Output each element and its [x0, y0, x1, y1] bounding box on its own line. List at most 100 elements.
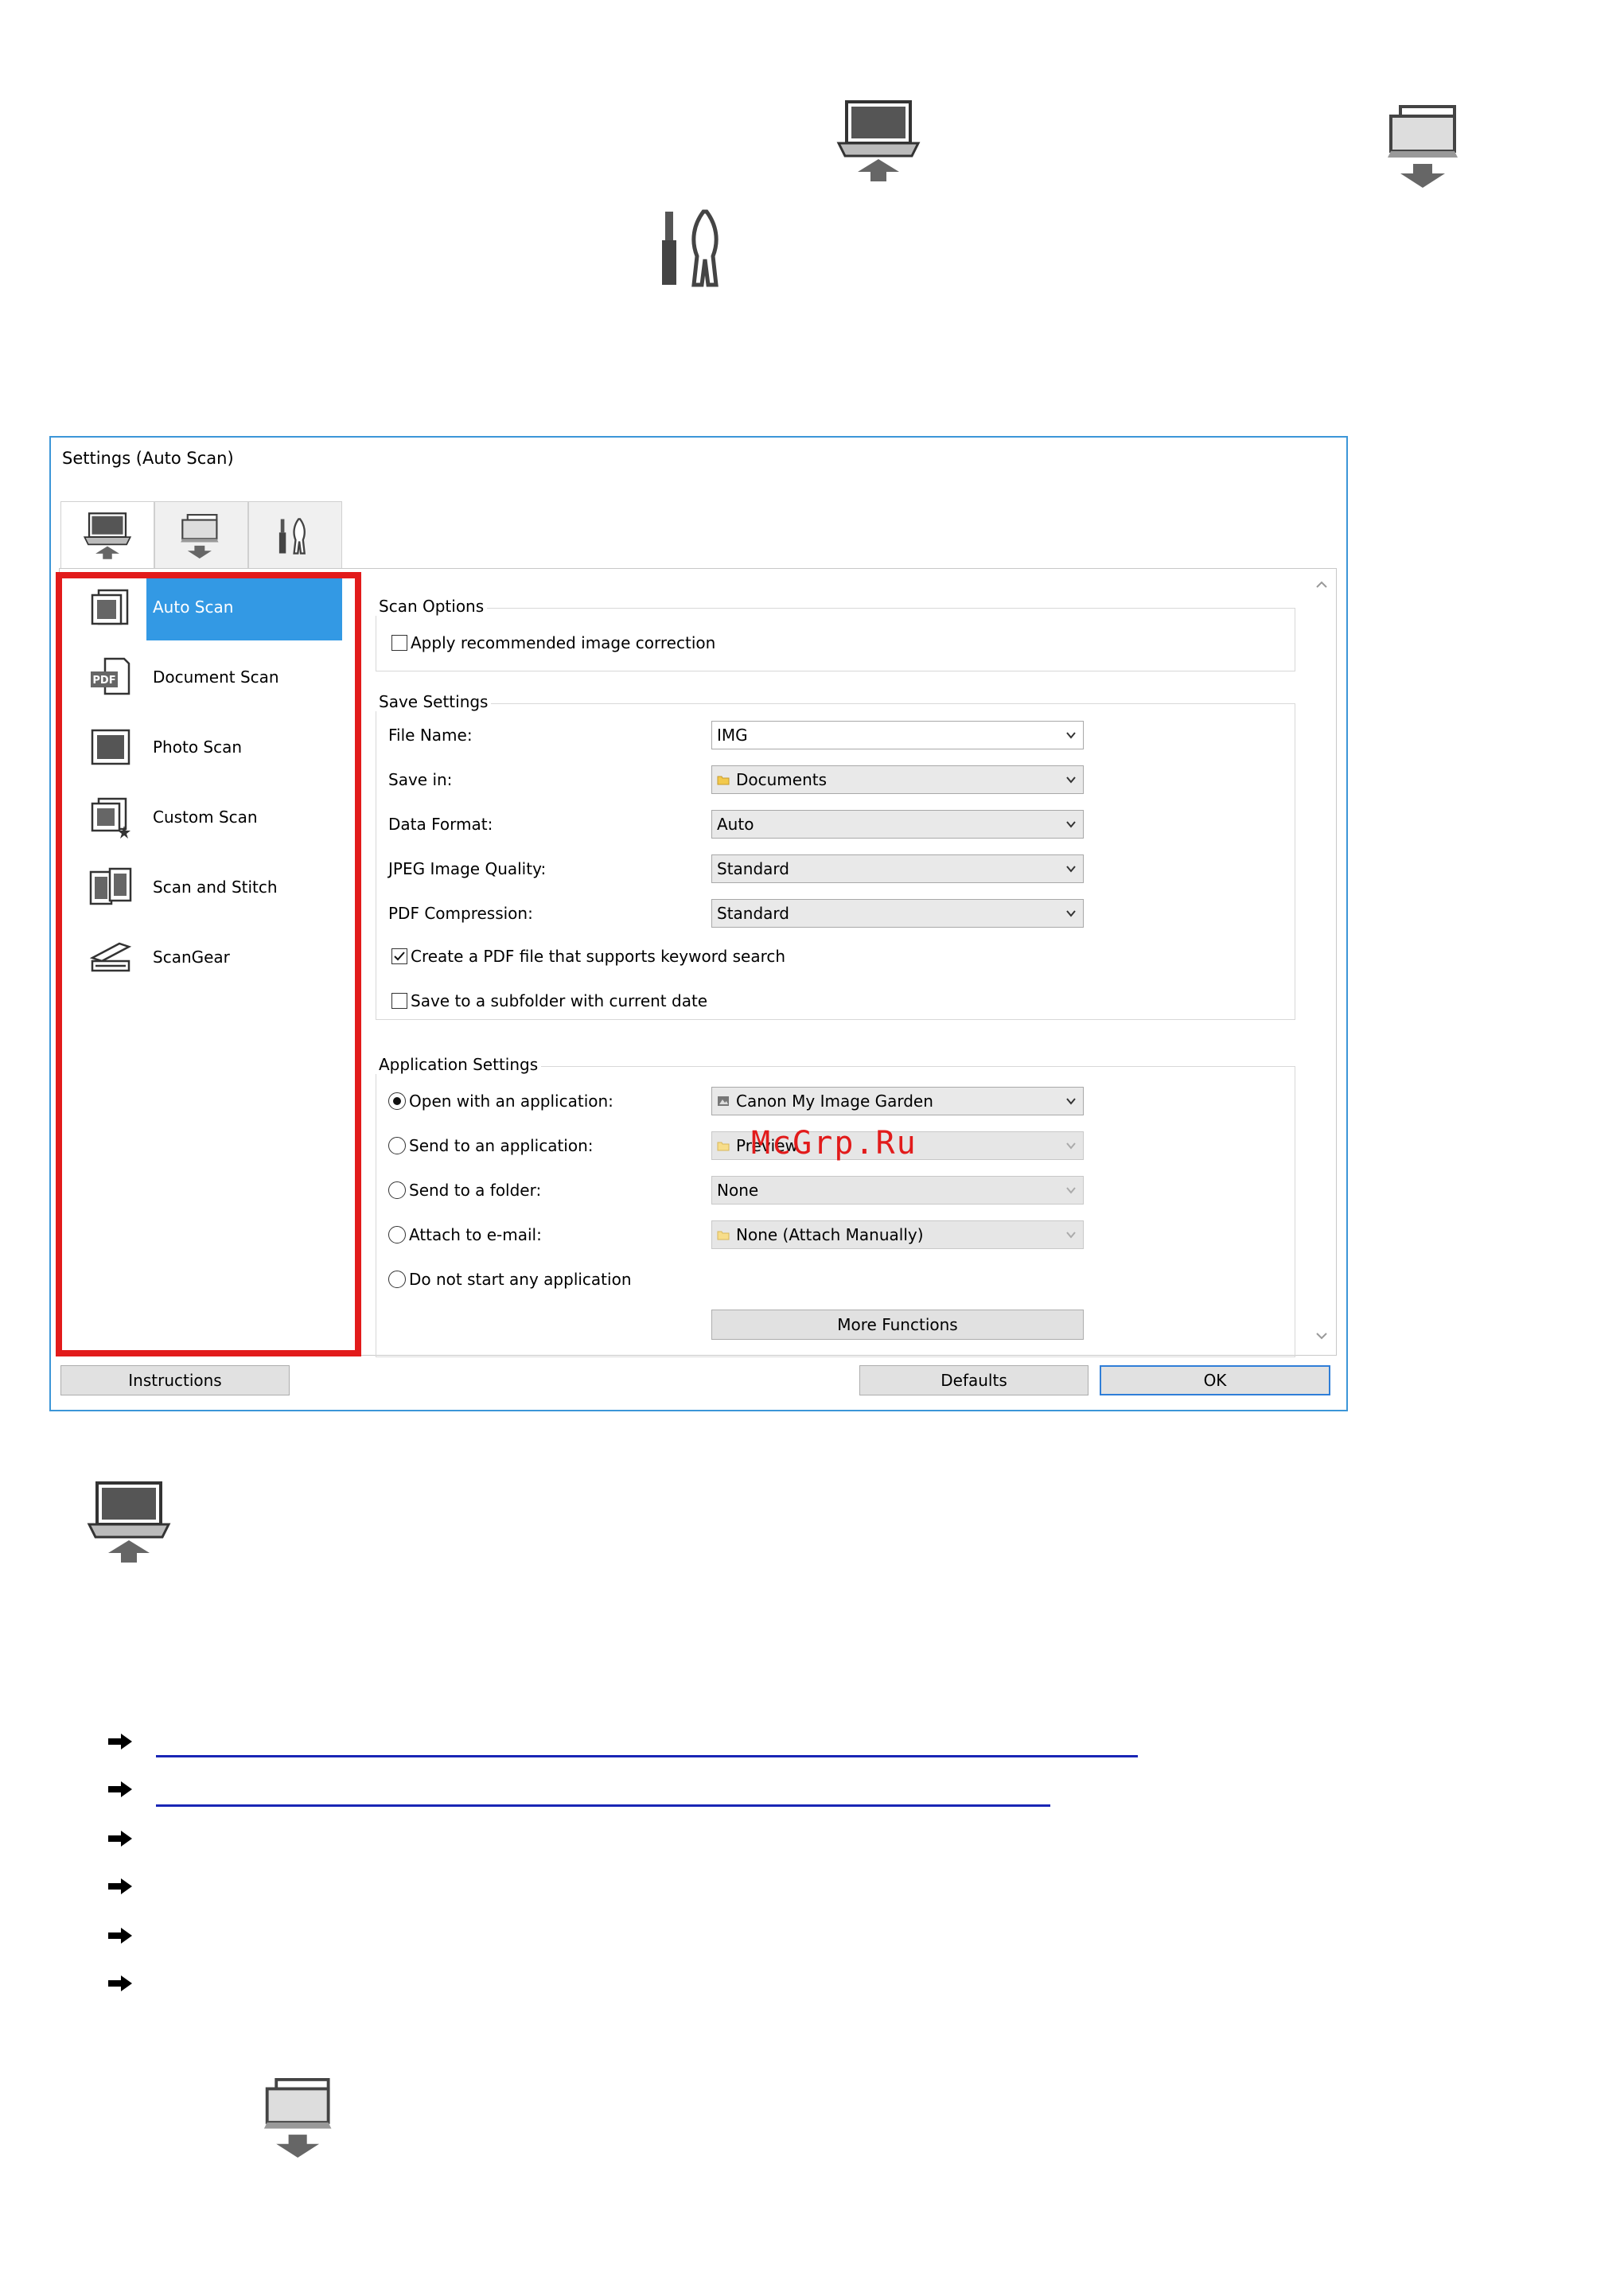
watermark: McGrp.Ru: [751, 1125, 917, 1162]
arrow-right-icon: [108, 1928, 132, 1944]
photo-scan-icon: [91, 729, 130, 765]
computer-scan-icon: [86, 1480, 172, 1566]
pdf-compression-combo[interactable]: Standard: [711, 899, 1084, 928]
settings-dialog: Settings (Auto Scan) Auto Scan PDF Docum…: [49, 436, 1348, 1411]
radio-label: Send to a folder:: [409, 1181, 542, 1200]
chevron-down-icon: [1066, 1098, 1076, 1105]
chevron-down-icon: [1066, 910, 1076, 917]
save-in-value: Documents: [736, 770, 828, 789]
panel-scan-icon: [261, 2076, 341, 2159]
file-name-value: IMG: [717, 726, 748, 745]
attach-email-value: None (Attach Manually): [736, 1225, 924, 1244]
jpeg-quality-value: Standard: [717, 859, 789, 878]
send-to-folder-combo[interactable]: None: [711, 1176, 1084, 1205]
attach-email-combo[interactable]: None (Attach Manually): [711, 1220, 1084, 1249]
tools-icon: [278, 517, 306, 555]
sidebar-item-label: Custom Scan: [153, 808, 258, 827]
data-format-combo[interactable]: Auto: [711, 810, 1084, 839]
scan-options-label: Scan Options: [376, 597, 488, 616]
radio-label: Open with an application:: [409, 1092, 613, 1111]
svg-text:PDF: PDF: [92, 675, 115, 687]
subfolder-checkbox[interactable]: Save to a subfolder with current date: [391, 991, 707, 1010]
tab-general-settings[interactable]: [248, 501, 342, 570]
no-app-radio[interactable]: Do not start any application: [388, 1270, 632, 1289]
radio-label: Do not start any application: [409, 1270, 632, 1289]
arrow-right-icon: [108, 1781, 132, 1797]
scroll-down-icon[interactable]: [1311, 1325, 1332, 1346]
checkbox-label: Create a PDF file that supports keyword …: [411, 947, 786, 966]
open-with-app-radio[interactable]: Open with an application:: [388, 1092, 613, 1111]
sidebar-item-scan-and-stitch[interactable]: Scan and Stitch: [62, 854, 356, 920]
instructions-button[interactable]: Instructions: [60, 1365, 290, 1395]
jpeg-quality-label: JPEG Image Quality:: [388, 859, 547, 878]
tab-scan-from-computer[interactable]: [60, 501, 154, 570]
defaults-button[interactable]: Defaults: [859, 1365, 1089, 1395]
chevron-down-icon: [1066, 732, 1076, 739]
file-name-combo[interactable]: IMG: [711, 721, 1084, 749]
scroll-up-icon[interactable]: [1311, 574, 1332, 595]
image-garden-icon: [718, 1096, 729, 1106]
chevron-down-icon: [1066, 1232, 1076, 1239]
sidebar-item-label: Scan and Stitch: [153, 878, 278, 897]
radio-button[interactable]: [388, 1137, 406, 1154]
send-to-app-radio[interactable]: Send to an application:: [388, 1136, 594, 1155]
sidebar-item-label: Photo Scan: [153, 738, 243, 757]
more-functions-button[interactable]: More Functions: [711, 1310, 1084, 1340]
sidebar-item-photo-scan[interactable]: Photo Scan: [62, 714, 356, 780]
folder-icon: [717, 1142, 730, 1151]
dialog-title: Settings (Auto Scan): [62, 449, 234, 468]
sidebar-item-scangear[interactable]: ScanGear: [62, 924, 356, 991]
send-to-folder-radio[interactable]: Send to a folder:: [388, 1181, 541, 1200]
arrow-right-icon: [108, 1734, 132, 1750]
scan-and-stitch-icon: [89, 867, 132, 905]
checkbox-box[interactable]: [391, 635, 407, 651]
open-with-app-value: Canon My Image Garden: [736, 1092, 933, 1111]
sidebar-item-label: Document Scan: [153, 667, 279, 687]
vertical-scrollbar[interactable]: [1311, 574, 1332, 1346]
radio-button[interactable]: [388, 1226, 406, 1244]
ok-button[interactable]: OK: [1100, 1365, 1330, 1395]
link-underline[interactable]: [156, 1804, 1050, 1807]
arrow-right-icon: [108, 1878, 132, 1894]
send-to-folder-value: None: [717, 1181, 759, 1200]
jpeg-quality-combo[interactable]: Standard: [711, 854, 1084, 883]
arrow-right-icon: [108, 1831, 132, 1847]
link-underline[interactable]: [156, 1755, 1138, 1757]
radio-label: Send to an application:: [409, 1136, 594, 1155]
chevron-down-icon: [1066, 776, 1076, 784]
checkbox-box[interactable]: [391, 948, 407, 964]
computer-scan-icon: [83, 512, 132, 559]
radio-button[interactable]: [388, 1181, 406, 1199]
auto-scan-icon: [91, 589, 129, 625]
radio-button[interactable]: [388, 1271, 406, 1288]
sidebar-item-custom-scan[interactable]: Custom Scan: [62, 784, 356, 850]
attach-email-radio[interactable]: Attach to e-mail:: [388, 1225, 542, 1244]
document-scan-icon: PDF: [91, 657, 130, 695]
save-settings-label: Save Settings: [376, 692, 492, 711]
open-with-app-combo[interactable]: Canon My Image Garden: [711, 1087, 1084, 1115]
checkbox-label: Apply recommended image correction: [411, 633, 716, 652]
pdf-compression-label: PDF Compression:: [388, 904, 533, 923]
chevron-down-icon: [1066, 866, 1076, 873]
checkbox-label: Save to a subfolder with current date: [411, 991, 708, 1010]
tab-scan-from-operation-panel[interactable]: [154, 501, 248, 570]
radio-button[interactable]: [388, 1092, 406, 1110]
sidebar-item-label: Auto Scan: [146, 574, 342, 640]
save-in-combo[interactable]: Documents: [711, 765, 1084, 794]
sidebar-item-auto-scan[interactable]: Auto Scan: [62, 574, 356, 640]
sidebar-item-document-scan[interactable]: PDF Document Scan: [62, 644, 356, 710]
save-in-label: Save in:: [388, 770, 453, 789]
file-name-label: File Name:: [388, 726, 473, 745]
data-format-value: Auto: [717, 815, 754, 834]
checkmark-icon: [394, 952, 405, 961]
chevron-down-icon: [1066, 821, 1076, 828]
chevron-down-icon: [1066, 1142, 1076, 1150]
checkbox-box[interactable]: [391, 993, 407, 1009]
scangear-icon: [89, 942, 132, 972]
panel-scan-icon: [181, 513, 219, 559]
sidebar-item-label: ScanGear: [153, 948, 230, 967]
keyword-pdf-checkbox[interactable]: Create a PDF file that supports keyword …: [391, 947, 785, 966]
apply-correction-checkbox[interactable]: Apply recommended image correction: [391, 633, 715, 652]
chevron-down-icon: [1066, 1187, 1076, 1194]
tools-icon: [659, 208, 734, 288]
